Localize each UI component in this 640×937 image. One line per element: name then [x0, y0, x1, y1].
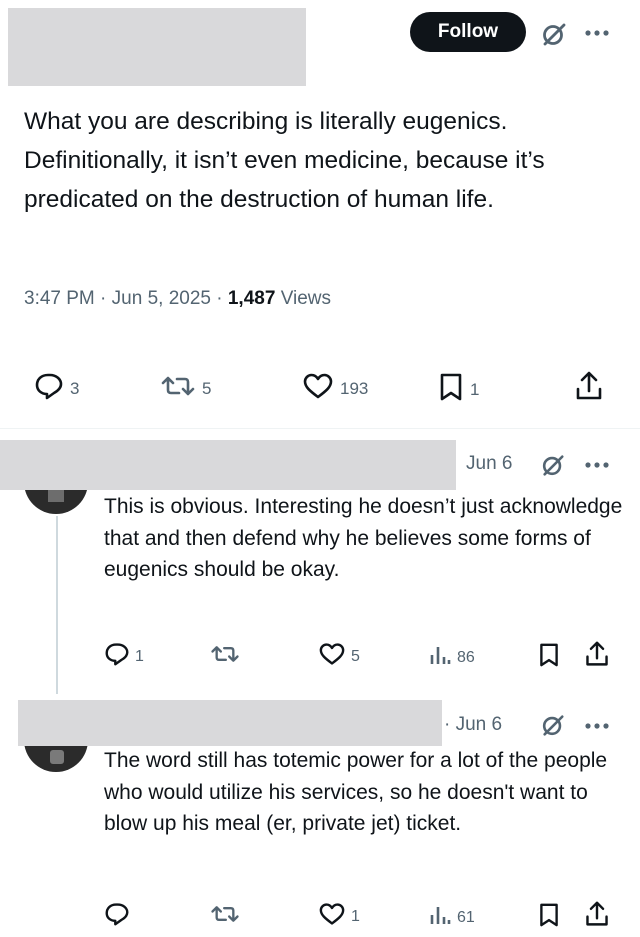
more-icon[interactable] — [584, 28, 610, 38]
divider — [0, 428, 640, 429]
share-icon[interactable] — [584, 900, 610, 928]
tweet-like-action[interactable]: 193 — [302, 372, 368, 405]
reply-icon — [104, 902, 130, 931]
views-icon — [428, 643, 452, 672]
more-icon[interactable] — [584, 460, 610, 470]
bookmark-count: 1 — [470, 379, 480, 399]
more-icon[interactable] — [584, 721, 610, 731]
reply-reply-action[interactable] — [104, 902, 130, 931]
reply-count: 3 — [70, 378, 80, 398]
share-icon[interactable] — [584, 640, 610, 668]
thread-line — [56, 516, 58, 694]
reply-count: 1 — [135, 647, 144, 665]
repost-icon — [160, 372, 196, 405]
reply-text: The word still has totemic power for a l… — [104, 749, 608, 835]
avatar[interactable] — [22, 746, 90, 774]
bookmark-icon[interactable] — [538, 902, 560, 928]
reply-author-redaction — [0, 440, 456, 490]
like-icon — [318, 902, 346, 931]
tweet-views-label: Views — [280, 288, 332, 309]
grok-icon[interactable] — [540, 20, 568, 48]
reply-reply-action[interactable]: 1 — [104, 642, 144, 671]
bookmark-icon[interactable] — [538, 642, 560, 668]
like-count: 1 — [351, 907, 360, 925]
author-redaction — [8, 8, 306, 86]
repost-count: 5 — [202, 378, 212, 398]
reply-text: This is obvious. Interesting he doesn’t … — [104, 495, 623, 581]
like-icon — [302, 372, 334, 405]
repost-icon — [210, 902, 240, 931]
follow-button[interactable]: Follow — [410, 12, 526, 52]
grok-icon[interactable] — [540, 452, 566, 478]
tweet-date[interactable]: Jun 5, 2025 — [112, 288, 211, 309]
tweet-repost-action[interactable]: 5 — [160, 372, 211, 405]
avatar[interactable] — [22, 490, 90, 516]
tweet-time[interactable]: 3:47 PM — [24, 288, 95, 309]
bookmark-icon — [438, 372, 464, 407]
reply-like-action[interactable]: 1 — [318, 902, 360, 931]
views-count: 86 — [457, 648, 475, 666]
reply-like-action[interactable]: 5 — [318, 642, 360, 671]
tweet-meta: 3:47 PM · Jun 5, 2025 · 1,487 Views — [24, 288, 331, 310]
grok-icon[interactable] — [540, 712, 566, 738]
reply-views-action[interactable]: 86 — [428, 643, 475, 672]
like-count: 193 — [340, 378, 369, 398]
tweet-text: What you are describing is literally eug… — [24, 108, 545, 213]
share-icon[interactable] — [574, 370, 604, 402]
like-count: 5 — [351, 647, 360, 665]
reply-icon — [34, 372, 64, 405]
views-icon — [428, 903, 452, 932]
views-count: 61 — [457, 908, 475, 926]
reply-date[interactable]: Jun 6 — [466, 453, 512, 475]
reply-repost-action[interactable] — [210, 902, 240, 931]
meta-separator: · — [216, 288, 228, 309]
tweet-bookmark-action[interactable]: 1 — [438, 372, 479, 407]
reply-views-action[interactable]: 61 — [428, 903, 475, 932]
reply-date[interactable]: · Jun 6 — [444, 714, 502, 736]
like-icon — [318, 642, 346, 671]
meta-separator: · — [100, 288, 112, 309]
tweet-views-count: 1,487 — [227, 288, 276, 309]
repost-icon — [210, 642, 240, 671]
reply-author-redaction — [18, 700, 442, 746]
reply-repost-action[interactable] — [210, 642, 240, 671]
reply-icon — [104, 642, 130, 671]
tweet-reply-action[interactable]: 3 — [34, 372, 79, 405]
